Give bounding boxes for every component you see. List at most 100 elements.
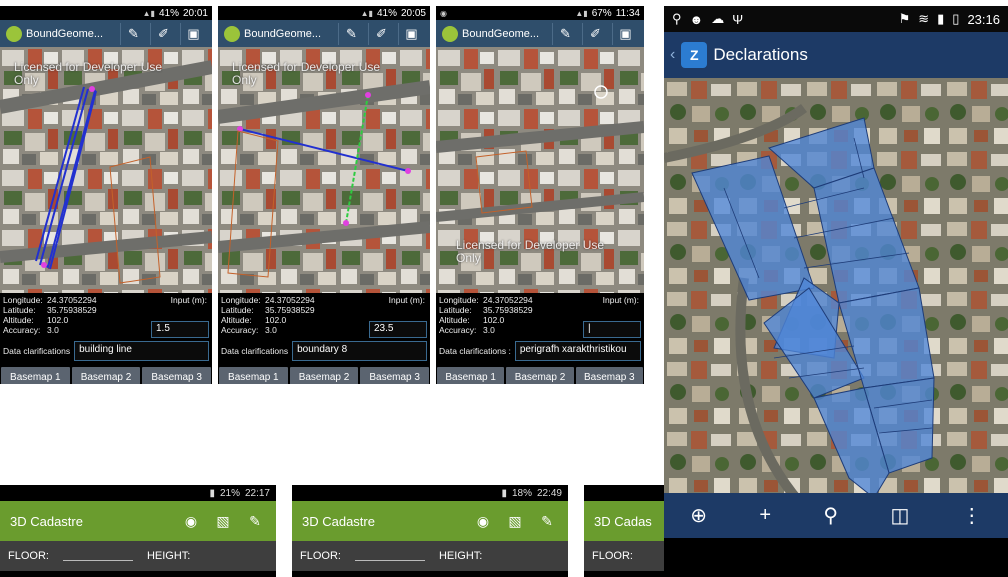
usb-icon: ⚲ bbox=[672, 11, 682, 26]
wrench-icon[interactable]: ✎ bbox=[536, 513, 558, 530]
signal-icon: ▲▮ bbox=[142, 8, 155, 18]
search-icon[interactable]: ⚲ bbox=[823, 503, 838, 528]
pencil-icon[interactable]: ✐ bbox=[368, 22, 394, 45]
battery-level: 18% bbox=[511, 487, 532, 499]
status-bar: ⚲ ☻ ☁ Ψ ⚑ ≋ ▮ ▯ 23:16 bbox=[664, 6, 1008, 32]
basemap-1-button[interactable]: Basemap 1 bbox=[437, 367, 505, 384]
android-app-icon bbox=[442, 25, 458, 42]
target-locate-icon[interactable]: ⊕ bbox=[690, 503, 707, 528]
accuracy-label: Accuracy: bbox=[221, 325, 259, 335]
wrench-icon[interactable]: ✎ bbox=[244, 513, 266, 530]
input-label: Input (m): bbox=[602, 295, 639, 305]
map-layers-icon[interactable]: ◫ bbox=[890, 503, 909, 528]
signal-icon: ▲▮ bbox=[360, 8, 373, 18]
phone-declarations: ⚲ ☻ ☁ Ψ ⚑ ≋ ▮ ▯ 23:16 ‹ Z Declarations ⊕… bbox=[664, 6, 1008, 577]
app-title: BoundGeome... bbox=[462, 27, 540, 40]
coordinate-panel: Longitude: 24.37052294 Latitude: 35.759385… bbox=[218, 293, 430, 366]
aerial-map[interactable]: Licensed for Developer Use Only bbox=[0, 47, 212, 293]
wrench-icon[interactable]: ✎ bbox=[552, 22, 578, 45]
signal-icon: ▮ bbox=[501, 487, 507, 499]
height-label: HEIGHT: bbox=[438, 550, 483, 562]
longitude-value: 24.37052294 bbox=[47, 295, 97, 305]
basemap-1-button[interactable]: Basemap 1 bbox=[1, 367, 70, 384]
height-label: HEIGHT: bbox=[146, 550, 191, 562]
basemap-3-button[interactable]: Basemap 3 bbox=[575, 367, 643, 384]
vertex-marker[interactable] bbox=[405, 168, 411, 174]
app-title: 3D Cadas bbox=[594, 513, 652, 529]
status-bar: ◉ ▲▮ 67% 11:34 bbox=[436, 6, 644, 20]
status-time: 22:49 bbox=[536, 487, 562, 499]
altitude-label: Altitude: bbox=[3, 315, 34, 325]
cadastre-panel-2: ▮ 18% 22:49 3D Cadastre ◉ ▧ ✎ FLOOR: HEI… bbox=[292, 485, 568, 577]
eye-icon[interactable]: ◉ bbox=[472, 513, 494, 530]
pencil-icon[interactable]: ✐ bbox=[582, 22, 608, 45]
eye-icon[interactable]: ◉ bbox=[180, 513, 202, 530]
altitude-value: 102.0 bbox=[47, 315, 69, 325]
basemap-2-button[interactable]: Basemap 2 bbox=[289, 367, 359, 384]
location-icon: ◉ bbox=[440, 8, 447, 18]
input-meters-field[interactable]: 1.5 bbox=[151, 321, 209, 338]
status-time: 23:16 bbox=[967, 11, 1000, 27]
aerial-map[interactable]: Licensed for Developer Use Only bbox=[218, 47, 430, 293]
latitude-value: 35.75938529 bbox=[483, 305, 533, 315]
clarifications-row: Data clarifications boundary 8 bbox=[221, 341, 427, 361]
parcel-map[interactable]: ⊕ + ⚲ ◫ ⋮ bbox=[664, 78, 1008, 538]
page-title: Declarations bbox=[713, 45, 808, 64]
floor-label: FLOOR: bbox=[300, 550, 341, 562]
overflow-menu-icon[interactable]: ⋮ bbox=[962, 503, 982, 528]
declarations-app-icon[interactable]: Z bbox=[681, 42, 708, 68]
battery-level: 41% bbox=[158, 7, 179, 19]
clarifications-field[interactable]: building line bbox=[74, 341, 209, 361]
basemap-bar: Basemap 1 Basemap 2 Basemap 3 bbox=[218, 366, 430, 384]
wrench-icon[interactable]: ✎ bbox=[338, 22, 364, 45]
pencil-icon[interactable]: ✐ bbox=[150, 22, 176, 45]
altitude-value: 102.0 bbox=[265, 315, 287, 325]
latitude-label: Latitude: bbox=[221, 305, 254, 315]
save-icon[interactable]: ▣ bbox=[398, 22, 424, 45]
save-icon[interactable]: ▣ bbox=[180, 22, 206, 45]
basemap-2-button[interactable]: Basemap 2 bbox=[71, 367, 141, 384]
vertex-marker[interactable] bbox=[365, 92, 371, 98]
signal-icon: ▮ bbox=[209, 487, 215, 499]
battery-icon: ▯ bbox=[952, 11, 960, 26]
basemap-1-button[interactable]: Basemap 1 bbox=[219, 367, 288, 384]
image-icon[interactable]: ▧ bbox=[504, 513, 526, 530]
cadastre-app-bar: 3D Cadas bbox=[584, 501, 664, 541]
floor-height-fields: FLOOR: bbox=[584, 541, 664, 571]
accuracy-label: Accuracy: bbox=[3, 325, 41, 335]
save-icon[interactable]: ▣ bbox=[612, 22, 638, 45]
battery-level: 41% bbox=[376, 7, 397, 19]
basemap-2-button[interactable]: Basemap 2 bbox=[506, 367, 574, 384]
app-toolbar: BoundGeome... ✎ ✐ ▣ bbox=[436, 20, 644, 47]
basemap-3-button[interactable]: Basemap 3 bbox=[142, 367, 212, 384]
back-chevron-icon[interactable]: ‹ bbox=[670, 46, 675, 64]
vertex-marker[interactable] bbox=[343, 220, 349, 226]
status-bar: ▲▮ 41% 20:05 bbox=[218, 6, 430, 20]
altitude-label: Altitude: bbox=[221, 315, 252, 325]
longitude-label: Longitude: bbox=[221, 295, 261, 305]
clarifications-field[interactable]: perigrafh xarakthristikou bbox=[514, 341, 641, 361]
accuracy-label: Accuracy: bbox=[439, 325, 477, 335]
input-meters-field[interactable]: 23.5 bbox=[369, 321, 427, 338]
vertex-marker[interactable] bbox=[41, 262, 47, 268]
add-icon[interactable]: + bbox=[759, 504, 771, 527]
floor-label: FLOOR: bbox=[8, 550, 49, 562]
cadastre-app-bar: 3D Cadastre ◉ ▧ ✎ bbox=[292, 501, 568, 541]
input-meters-field[interactable]: | bbox=[583, 321, 641, 338]
clarifications-field[interactable]: boundary 8 bbox=[292, 341, 427, 361]
basemap-3-button[interactable]: Basemap 3 bbox=[360, 367, 430, 384]
battery-level: 67% bbox=[591, 7, 612, 19]
cadastre-panel-1: ▮ 21% 22:17 3D Cadastre ◉ ▧ ✎ FLOOR: HEI… bbox=[0, 485, 276, 577]
app-title: BoundGeome... bbox=[26, 27, 104, 40]
floor-input[interactable] bbox=[354, 551, 425, 561]
basemap-bar: Basemap 1 Basemap 2 Basemap 3 bbox=[436, 366, 644, 384]
aerial-map[interactable]: Licensed for Developer Use Only bbox=[436, 47, 644, 293]
wrench-icon[interactable]: ✎ bbox=[120, 22, 146, 45]
parcel-map-canvas[interactable] bbox=[664, 78, 1008, 538]
status-bar: ▲▮ 41% 20:01 bbox=[0, 6, 212, 20]
altitude-label: Altitude: bbox=[439, 315, 470, 325]
license-watermark: Licensed for Developer Use Only bbox=[456, 238, 605, 265]
android-app-icon bbox=[6, 25, 22, 42]
floor-input[interactable] bbox=[62, 551, 133, 561]
image-icon[interactable]: ▧ bbox=[212, 513, 234, 530]
